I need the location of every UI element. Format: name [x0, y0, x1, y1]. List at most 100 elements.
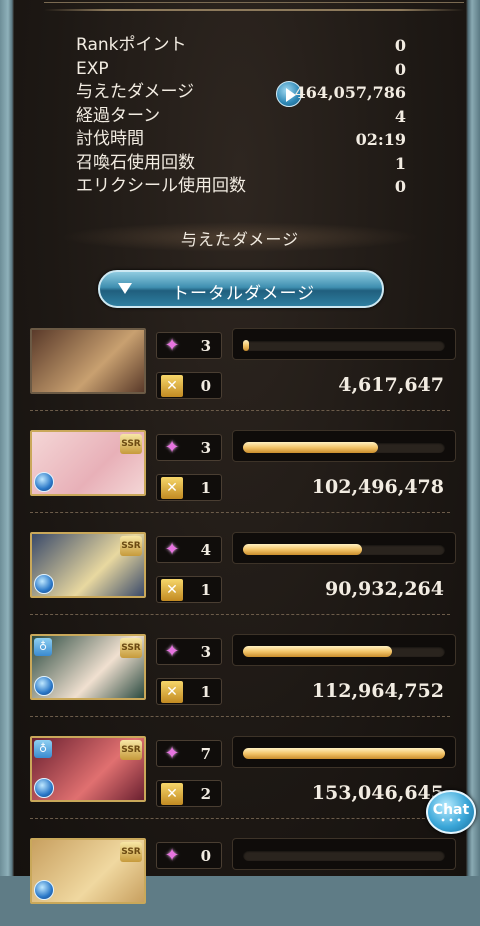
- damage-bar-fill: [243, 748, 445, 759]
- character-row: SSR ✦ 4 ✕ 1 90,932,264: [30, 532, 458, 620]
- star-icon: ✦: [164, 743, 180, 764]
- ring-icon: ♁: [34, 638, 52, 656]
- stat-damage: 与えたダメージ 464,057,786: [76, 81, 406, 107]
- star-icon: ✦: [164, 845, 180, 866]
- damage-bar-track: [243, 850, 445, 861]
- damage-bar-track: [243, 646, 445, 657]
- star-icon: ✦: [164, 539, 180, 560]
- stat-label: 討伐時間: [76, 129, 144, 149]
- ougi-count: 1: [200, 479, 211, 497]
- dropdown-label: トータルダメージ: [172, 284, 316, 304]
- ougi-count-box: ✕ 1: [156, 576, 222, 603]
- ougi-count-box: ✕ 2: [156, 780, 222, 807]
- stat-summon-uses: 召喚石使用回数 1: [76, 152, 406, 176]
- stat-label: 召喚石使用回数: [76, 152, 195, 173]
- damage-value: 153,046,645: [311, 782, 444, 804]
- stat-label: エリクシール使用回数: [76, 176, 246, 196]
- ougi-icon: ✕: [161, 579, 183, 601]
- character-portrait[interactable]: SSR: [30, 532, 146, 598]
- damage-bar: [232, 736, 456, 768]
- character-row: SSR ✦ 3 ✕ 1 102,496,478: [30, 430, 458, 518]
- row-divider: [30, 512, 450, 513]
- damage-bar-track: [243, 748, 445, 759]
- damage-bar: [232, 328, 456, 360]
- ssr-badge: SSR: [120, 536, 142, 556]
- ougi-count: 0: [200, 377, 211, 395]
- ougi-count: 2: [200, 785, 211, 803]
- ssr-badge: SSR: [120, 842, 142, 862]
- ougi-icon: ✕: [161, 783, 183, 805]
- ougi-icon: ✕: [161, 477, 183, 499]
- stat-label: Rankポイント: [76, 35, 187, 55]
- ssr-badge: SSR: [120, 740, 142, 760]
- damage-bar: [232, 532, 456, 564]
- stat-elixir-uses: エリクシール使用回数 0: [76, 175, 406, 199]
- stat-label: 与えたダメージ: [76, 82, 195, 102]
- chat-dots: • • •: [440, 816, 462, 825]
- stat-value: 0: [394, 177, 406, 196]
- character-portrait[interactable]: [30, 328, 146, 394]
- stat-turns: 経過ターン 4: [76, 105, 406, 129]
- skill-count: 3: [200, 439, 211, 457]
- character-portrait[interactable]: SSR: [30, 430, 146, 496]
- battle-stats: Rankポイント 0 EXP 0 与えたダメージ 464,057,786 経過タ…: [76, 34, 406, 199]
- row-divider: [30, 716, 450, 717]
- damage-bar-track: [243, 442, 445, 453]
- ougi-count-box: ✕ 0: [156, 372, 222, 399]
- damage-bar: [232, 430, 456, 462]
- stat-value: 1: [394, 153, 406, 173]
- stat-rank-points: Rankポイント 0: [76, 34, 406, 58]
- skill-count-box: ✦ 4: [156, 536, 222, 563]
- skill-count: 3: [200, 337, 211, 355]
- damage-bar-fill: [243, 646, 393, 657]
- section-title: 与えたダメージ: [180, 230, 300, 249]
- ougi-count: 1: [200, 581, 211, 599]
- damage-value: 90,932,264: [325, 578, 444, 600]
- damage-value: 112,964,752: [311, 680, 444, 702]
- damage-bar-track: [243, 544, 445, 555]
- damage-bar-track: [243, 340, 445, 351]
- damage-bar-fill: [243, 544, 363, 555]
- row-divider: [30, 614, 450, 615]
- dropdown-arrow-icon: [118, 283, 132, 294]
- skill-count-box: ✦ 0: [156, 842, 222, 869]
- skill-count: 3: [200, 643, 211, 661]
- skill-count: 0: [200, 847, 211, 865]
- character-portrait[interactable]: SSR ♁: [30, 634, 146, 700]
- damage-bar: [232, 634, 456, 666]
- stat-value: 0: [394, 36, 406, 55]
- skill-count-box: ✦ 7: [156, 740, 222, 767]
- damage-value: 4,617,647: [338, 374, 444, 396]
- skill-count: 7: [200, 745, 211, 763]
- stat-value: 464,057,786: [294, 83, 406, 102]
- skill-count-box: ✦ 3: [156, 434, 222, 461]
- star-icon: ✦: [164, 641, 180, 662]
- stat-value: 4: [394, 106, 406, 126]
- top-ornament: [44, 2, 464, 16]
- character-row: SSR ♁ ✦ 7 ✕ 2 153,046,645: [30, 736, 458, 824]
- skill-count-box: ✦ 3: [156, 332, 222, 359]
- character-row: SSR ✦ 0: [30, 838, 458, 926]
- stat-value: 0: [394, 59, 406, 79]
- damage-value: 102,496,478: [311, 476, 444, 498]
- damage-type-dropdown[interactable]: トータルダメージ: [98, 270, 384, 308]
- water-element-icon: [34, 472, 54, 492]
- ssr-badge: SSR: [120, 434, 142, 454]
- ougi-icon: ✕: [161, 681, 183, 703]
- character-row: ✦ 3 ✕ 0 4,617,647: [30, 328, 458, 416]
- ougi-count-box: ✕ 1: [156, 678, 222, 705]
- chat-button[interactable]: Chat • • •: [426, 790, 476, 834]
- character-portrait[interactable]: SSR: [30, 838, 146, 904]
- stat-label: EXP: [76, 58, 109, 79]
- water-element-icon: [34, 778, 54, 798]
- ougi-icon: ✕: [161, 375, 183, 397]
- character-row: SSR ♁ ✦ 3 ✕ 1 112,964,752: [30, 634, 458, 722]
- row-divider: [30, 818, 450, 819]
- water-element-icon: [34, 574, 54, 594]
- damage-bar: [232, 838, 456, 870]
- ougi-count: 1: [200, 683, 211, 701]
- character-portrait[interactable]: SSR ♁: [30, 736, 146, 802]
- star-icon: ✦: [164, 335, 180, 356]
- skill-count-box: ✦ 3: [156, 638, 222, 665]
- damage-bar-fill: [243, 340, 250, 351]
